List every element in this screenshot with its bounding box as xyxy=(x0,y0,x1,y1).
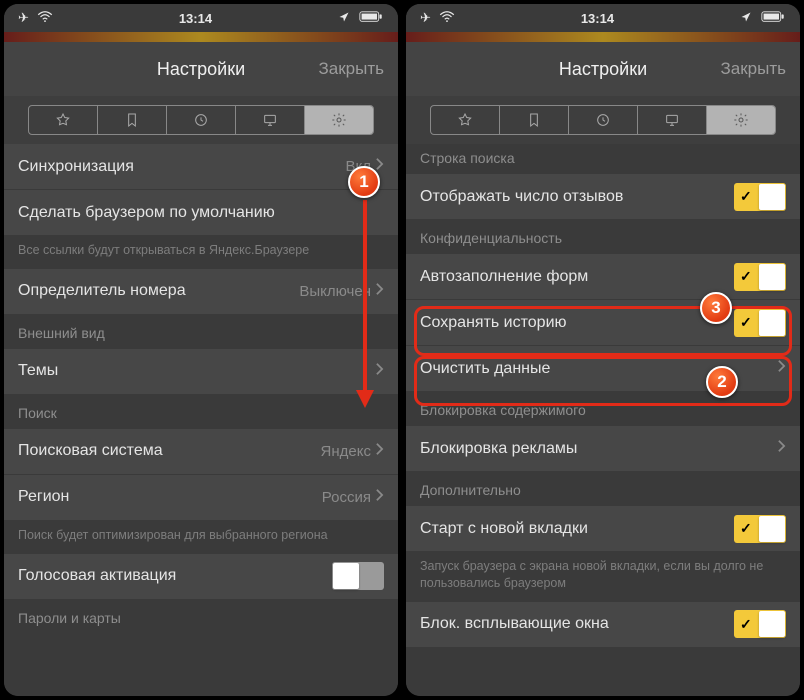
airplane-icon: ✈︎ xyxy=(18,10,29,26)
chevron-right-icon xyxy=(375,488,384,507)
row-label: Темы xyxy=(18,362,375,380)
phone-left: ✈︎ 13:14 Настройки Закрыть xyxy=(4,4,398,696)
nav-title: Настройки xyxy=(157,59,245,80)
status-bar: ✈︎ 13:14 xyxy=(4,4,398,32)
row-label: Автозаполнение форм xyxy=(420,268,734,286)
seg-favorites[interactable] xyxy=(431,106,500,134)
status-bar: ✈︎ 13:14 xyxy=(406,4,800,32)
background-strip xyxy=(406,32,800,42)
segmented-bar xyxy=(4,96,398,144)
row-sync[interactable]: Синхронизация Вкл xyxy=(4,144,398,190)
row-block-popups[interactable]: Блок. всплывающие окна ✓ xyxy=(406,602,800,648)
row-themes[interactable]: Темы xyxy=(4,349,398,395)
callout-2: 2 xyxy=(706,366,738,398)
location-icon xyxy=(338,11,350,26)
seg-settings[interactable] xyxy=(305,106,373,134)
row-value: Россия xyxy=(322,489,371,506)
phone-right: ✈︎ 13:14 Настройки Закрыть Стро xyxy=(406,4,800,696)
row-value: Яндекс xyxy=(321,443,371,460)
wifi-icon xyxy=(37,11,53,26)
wifi-icon xyxy=(439,11,455,26)
close-button[interactable]: Закрыть xyxy=(319,42,384,96)
chevron-right-icon xyxy=(375,442,384,461)
status-time: 13:14 xyxy=(179,11,212,26)
group-passwords: Пароли и карты xyxy=(4,600,398,634)
battery-icon xyxy=(358,11,384,26)
seg-bookmarks[interactable] xyxy=(500,106,569,134)
row-label: Блокировка рекламы xyxy=(420,440,777,458)
chevron-right-icon xyxy=(777,359,786,378)
seg-bookmarks[interactable] xyxy=(98,106,167,134)
background-strip xyxy=(4,32,398,42)
seg-history[interactable] xyxy=(167,106,236,134)
row-show-reviews[interactable]: Отображать число отзывов ✓ xyxy=(406,174,800,220)
seg-settings[interactable] xyxy=(707,106,775,134)
toggle-autofill[interactable]: ✓ xyxy=(734,263,786,291)
settings-list: Строка поиска Отображать число отзывов ✓… xyxy=(406,144,800,696)
seg-desktop[interactable] xyxy=(638,106,707,134)
row-label: Синхронизация xyxy=(18,158,346,176)
row-adblock[interactable]: Блокировка рекламы xyxy=(406,426,800,472)
row-autofill[interactable]: Автозаполнение форм ✓ xyxy=(406,254,800,300)
navbar: Настройки Закрыть xyxy=(4,42,398,96)
navbar: Настройки Закрыть xyxy=(406,42,800,96)
row-label: Блок. всплывающие окна xyxy=(420,615,734,633)
group-searchbar: Строка поиска xyxy=(406,144,800,174)
chevron-right-icon xyxy=(375,282,384,301)
battery-icon xyxy=(760,11,786,26)
location-icon xyxy=(740,11,752,26)
chevron-right-icon xyxy=(777,439,786,458)
row-save-history[interactable]: Сохранять историю ✓ xyxy=(406,300,800,346)
chevron-right-icon xyxy=(375,362,384,381)
toggle-start-new-tab[interactable]: ✓ xyxy=(734,515,786,543)
seg-favorites[interactable] xyxy=(29,106,98,134)
row-search-engine[interactable]: Поисковая система Яндекс xyxy=(4,429,398,475)
group-search: Поиск xyxy=(4,395,398,429)
row-label: Старт с новой вкладки xyxy=(420,520,734,538)
group-privacy: Конфиденциальность xyxy=(406,220,800,254)
settings-list: Синхронизация Вкл Сделать браузером по у… xyxy=(4,144,398,696)
callout-3: 3 xyxy=(700,292,732,324)
row-label: Определитель номера xyxy=(18,282,299,300)
group-extra: Дополнительно xyxy=(406,472,800,506)
close-button[interactable]: Закрыть xyxy=(721,42,786,96)
row-region[interactable]: Регион Россия xyxy=(4,475,398,521)
row-label: Сделать браузером по умолчанию xyxy=(18,204,384,222)
row-label: Сохранять историю xyxy=(420,314,734,332)
status-time: 13:14 xyxy=(581,11,614,26)
group-content-blocking: Блокировка содержимого xyxy=(406,392,800,426)
row-label: Голосовая активация xyxy=(18,567,332,585)
row-label: Поисковая система xyxy=(18,442,321,460)
group-appearance: Внешний вид xyxy=(4,315,398,349)
row-voice-activation[interactable]: Голосовая активация xyxy=(4,554,398,600)
nav-title: Настройки xyxy=(559,59,647,80)
row-label: Отображать число отзывов xyxy=(420,188,734,206)
callout-1: 1 xyxy=(348,166,380,198)
footnote-start: Запуск браузера с экрана новой вкладки, … xyxy=(406,552,800,602)
scroll-arrow-icon xyxy=(356,200,374,410)
row-label: Регион xyxy=(18,488,322,506)
segmented-control[interactable] xyxy=(28,105,374,135)
row-clear-data[interactable]: Очистить данные xyxy=(406,346,800,392)
toggle-save-history[interactable]: ✓ xyxy=(734,309,786,337)
seg-history[interactable] xyxy=(569,106,638,134)
footnote-default-browser: Все ссылки будут открываться в Яндекс.Бр… xyxy=(4,236,398,269)
airplane-icon: ✈︎ xyxy=(420,10,431,26)
toggle-voice[interactable] xyxy=(332,562,384,590)
segmented-control[interactable] xyxy=(430,105,776,135)
segmented-bar xyxy=(406,96,800,144)
toggle-block-popups[interactable]: ✓ xyxy=(734,610,786,638)
row-default-browser[interactable]: Сделать браузером по умолчанию xyxy=(4,190,398,236)
footnote-region: Поиск будет оптимизирован для выбранного… xyxy=(4,521,398,554)
seg-desktop[interactable] xyxy=(236,106,305,134)
row-start-new-tab[interactable]: Старт с новой вкладки ✓ xyxy=(406,506,800,552)
toggle-reviews[interactable]: ✓ xyxy=(734,183,786,211)
row-caller-id[interactable]: Определитель номера Выключен xyxy=(4,269,398,315)
